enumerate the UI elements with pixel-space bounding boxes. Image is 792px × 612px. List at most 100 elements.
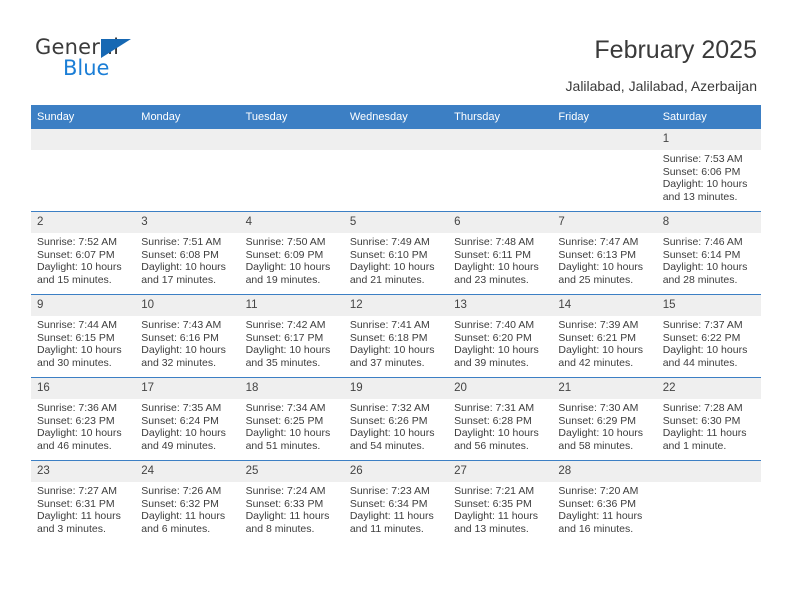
calendar-day-cell[interactable]: 5 Sunrise: 7:49 AM Sunset: 6:10 PM Daylight… [343, 211, 449, 295]
day-number [31, 129, 136, 150]
daylight-text-line2: and 42 minutes. [558, 356, 634, 369]
calendar-day-cell[interactable]: 27 Sunrise: 7:21 AM Sunset: 6:35 PM Dayligh… [448, 460, 553, 543]
daylight-text-line1: Daylight: 10 hours [349, 344, 435, 357]
day-details: Sunrise: 7:36 AM Sunset: 6:23 PM Daylight:… [31, 399, 135, 452]
sunset-text: Sunset: 6:13 PM [558, 248, 637, 261]
day-details: Sunrise: 7:51 AM Sunset: 6:08 PM Daylight:… [135, 233, 239, 286]
day-number: 27 [448, 461, 553, 482]
sunrise-text: Sunrise: 7:41 AM [349, 319, 430, 331]
daylight-text-line1: Daylight: 10 hours [558, 344, 644, 357]
daylight-text-line2: and 54 minutes. [349, 439, 425, 452]
sunset-text: Sunset: 6:20 PM [454, 331, 532, 344]
calendar-day-cell[interactable]: 9 Sunrise: 7:44 AM Sunset: 6:15 PM Daylight… [31, 294, 136, 378]
calendar-day-cell[interactable]: 11 Sunrise: 7:42 AM Sunset: 6:17 PM Dayligh… [239, 294, 344, 378]
daylight-text-line1: Daylight: 10 hours [141, 427, 226, 440]
day-details: Sunrise: 7:31 AM Sunset: 6:28 PM Daylight:… [448, 399, 552, 452]
daylight-text-line1: Daylight: 10 hours [662, 261, 748, 274]
daylight-text-line1: Daylight: 11 hours [349, 510, 434, 523]
calendar-day-cell[interactable]: 18 Sunrise: 7:34 AM Sunset: 6:25 PM Dayligh… [239, 377, 344, 461]
day-number [239, 129, 344, 150]
day-details: Sunrise: 7:52 AM Sunset: 6:07 PM Daylight:… [31, 233, 135, 286]
calendar-day-cell[interactable]: 20 Sunrise: 7:31 AM Sunset: 6:28 PM Dayligh… [448, 377, 553, 461]
sunrise-text: Sunrise: 7:44 AM [37, 319, 117, 331]
sunrise-text: Sunrise: 7:49 AM [349, 236, 430, 248]
sunrise-text: Sunrise: 7:24 AM [245, 485, 326, 497]
day-details: Sunrise: 7:42 AM Sunset: 6:17 PM Daylight:… [240, 316, 344, 369]
sunset-text: Sunset: 6:15 PM [37, 331, 115, 344]
sunset-text: Sunset: 6:14 PM [662, 248, 741, 261]
calendar-day-cell[interactable]: 3 Sunrise: 7:51 AM Sunset: 6:08 PM Daylight… [135, 211, 240, 295]
calendar-day-cell[interactable]: 4 Sunrise: 7:50 AM Sunset: 6:09 PM Daylight… [239, 211, 344, 295]
daylight-text-line1: Daylight: 10 hours [37, 261, 122, 274]
daylight-text-line1: Daylight: 10 hours [141, 344, 226, 357]
daylight-text-line2: and 21 minutes. [349, 273, 425, 286]
calendar-day-cell[interactable]: 22 Sunrise: 7:28 AM Sunset: 6:30 PM Dayligh… [656, 377, 761, 461]
calendar-day-cell[interactable]: 8 Sunrise: 7:46 AM Sunset: 6:14 PM Daylight… [656, 211, 761, 295]
calendar-day-cell[interactable]: 7 Sunrise: 7:47 AM Sunset: 6:13 PM Daylight… [552, 211, 657, 295]
daylight-text-line2: and 25 minutes. [558, 273, 634, 286]
sunset-text: Sunset: 6:23 PM [37, 414, 115, 427]
day-details: Sunrise: 7:27 AM Sunset: 6:31 PM Daylight:… [31, 482, 135, 535]
day-number: 14 [552, 295, 657, 316]
day-details: Sunrise: 7:26 AM Sunset: 6:32 PM Daylight:… [135, 482, 239, 535]
day-number: 16 [31, 378, 136, 399]
sunrise-text: Sunrise: 7:43 AM [141, 319, 222, 331]
page-title: February 2025 [594, 36, 757, 64]
calendar-day-cell[interactable]: 16 Sunrise: 7:36 AM Sunset: 6:23 PM Dayligh… [31, 377, 136, 461]
sunset-text: Sunset: 6:24 PM [141, 414, 219, 427]
daylight-text-line2: and 3 minutes. [37, 522, 106, 535]
calendar-day-cell[interactable]: 21 Sunrise: 7:30 AM Sunset: 6:29 PM Dayligh… [552, 377, 657, 461]
calendar-body: 1 Sunrise: 7:53 AM Sunset: 6:06 PM Daylight… [31, 128, 761, 543]
calendar-day-cell[interactable]: 1 Sunrise: 7:53 AM Sunset: 6:06 PM Daylight… [656, 128, 761, 212]
calendar-day-cell[interactable]: 15 Sunrise: 7:37 AM Sunset: 6:22 PM Dayligh… [656, 294, 761, 378]
sunset-text: Sunset: 6:21 PM [558, 331, 637, 344]
calendar-day-cell[interactable]: 26 Sunrise: 7:23 AM Sunset: 6:34 PM Dayligh… [343, 460, 449, 543]
calendar-day-cell[interactable]: 23 Sunrise: 7:27 AM Sunset: 6:31 PM Dayligh… [31, 460, 136, 543]
sunrise-text: Sunrise: 7:27 AM [37, 485, 117, 497]
page-header: General Blue February 2025 Jalilabad, Ja… [0, 0, 792, 100]
sunrise-text: Sunrise: 7:47 AM [558, 236, 639, 248]
daylight-text-line2: and 15 minutes. [37, 273, 112, 286]
calendar-day-cell[interactable]: 17 Sunrise: 7:35 AM Sunset: 6:24 PM Dayligh… [135, 377, 240, 461]
day-details: Sunrise: 7:23 AM Sunset: 6:34 PM Daylight:… [344, 482, 448, 535]
sunset-text: Sunset: 6:18 PM [349, 331, 428, 344]
calendar-week-row: 9 Sunrise: 7:44 AM Sunset: 6:15 PM Daylight… [31, 294, 761, 378]
calendar-day-cell[interactable]: 6 Sunrise: 7:48 AM Sunset: 6:11 PM Daylight… [448, 211, 553, 295]
calendar-day-cell[interactable]: 28 Sunrise: 7:20 AM Sunset: 6:36 PM Dayligh… [552, 460, 657, 543]
daylight-text-line1: Daylight: 11 hours [141, 510, 226, 523]
sunset-text: Sunset: 6:31 PM [37, 497, 115, 510]
day-number: 15 [656, 295, 761, 316]
general-blue-logo: General Blue [35, 36, 235, 88]
daylight-text-line1: Daylight: 10 hours [454, 344, 539, 357]
day-details: Sunrise: 7:40 AM Sunset: 6:20 PM Daylight:… [448, 316, 552, 369]
sunset-text: Sunset: 6:22 PM [662, 331, 741, 344]
calendar-day-cell[interactable]: 24 Sunrise: 7:26 AM Sunset: 6:32 PM Dayligh… [135, 460, 240, 543]
calendar-day-cell[interactable]: 14 Sunrise: 7:39 AM Sunset: 6:21 PM Dayligh… [552, 294, 657, 378]
calendar-day-cell[interactable]: 19 Sunrise: 7:32 AM Sunset: 6:26 PM Dayligh… [343, 377, 449, 461]
day-number: 2 [31, 212, 136, 233]
sunrise-sunset-calendar: Sunday Monday Tuesday Wednesday Thursday… [31, 105, 761, 543]
calendar-page: General Blue February 2025 Jalilabad, Ja… [0, 0, 792, 612]
daylight-text-line1: Daylight: 10 hours [558, 261, 644, 274]
day-details: Sunrise: 7:34 AM Sunset: 6:25 PM Daylight:… [240, 399, 344, 452]
sunset-text: Sunset: 6:36 PM [558, 497, 637, 510]
calendar-day-cell-empty [343, 128, 449, 212]
calendar-day-cell-empty [239, 128, 344, 212]
calendar-week-row: 2 Sunrise: 7:52 AM Sunset: 6:07 PM Daylight… [31, 211, 761, 295]
sunrise-text: Sunrise: 7:30 AM [558, 402, 639, 414]
calendar-week-row: 16 Sunrise: 7:36 AM Sunset: 6:23 PM Dayligh… [31, 377, 761, 461]
calendar-day-cell[interactable]: 13 Sunrise: 7:40 AM Sunset: 6:20 PM Dayligh… [448, 294, 553, 378]
day-details: Sunrise: 7:46 AM Sunset: 6:14 PM Daylight:… [657, 233, 761, 286]
daylight-text-line1: Daylight: 10 hours [245, 261, 331, 274]
day-details: Sunrise: 7:53 AM Sunset: 6:06 PM Daylight:… [657, 150, 761, 203]
daylight-text-line1: Daylight: 10 hours [454, 427, 539, 440]
calendar-day-cell[interactable]: 2 Sunrise: 7:52 AM Sunset: 6:07 PM Daylight… [31, 211, 136, 295]
sunset-text: Sunset: 6:34 PM [349, 497, 428, 510]
calendar-day-cell[interactable]: 10 Sunrise: 7:43 AM Sunset: 6:16 PM Dayligh… [135, 294, 240, 378]
day-number: 26 [343, 461, 449, 482]
calendar-day-cell[interactable]: 12 Sunrise: 7:41 AM Sunset: 6:18 PM Dayligh… [343, 294, 449, 378]
daylight-text-line1: Daylight: 10 hours [454, 261, 539, 274]
day-number: 13 [448, 295, 553, 316]
sunrise-text: Sunrise: 7:23 AM [349, 485, 430, 497]
calendar-day-cell[interactable]: 25 Sunrise: 7:24 AM Sunset: 6:33 PM Dayligh… [239, 460, 344, 543]
